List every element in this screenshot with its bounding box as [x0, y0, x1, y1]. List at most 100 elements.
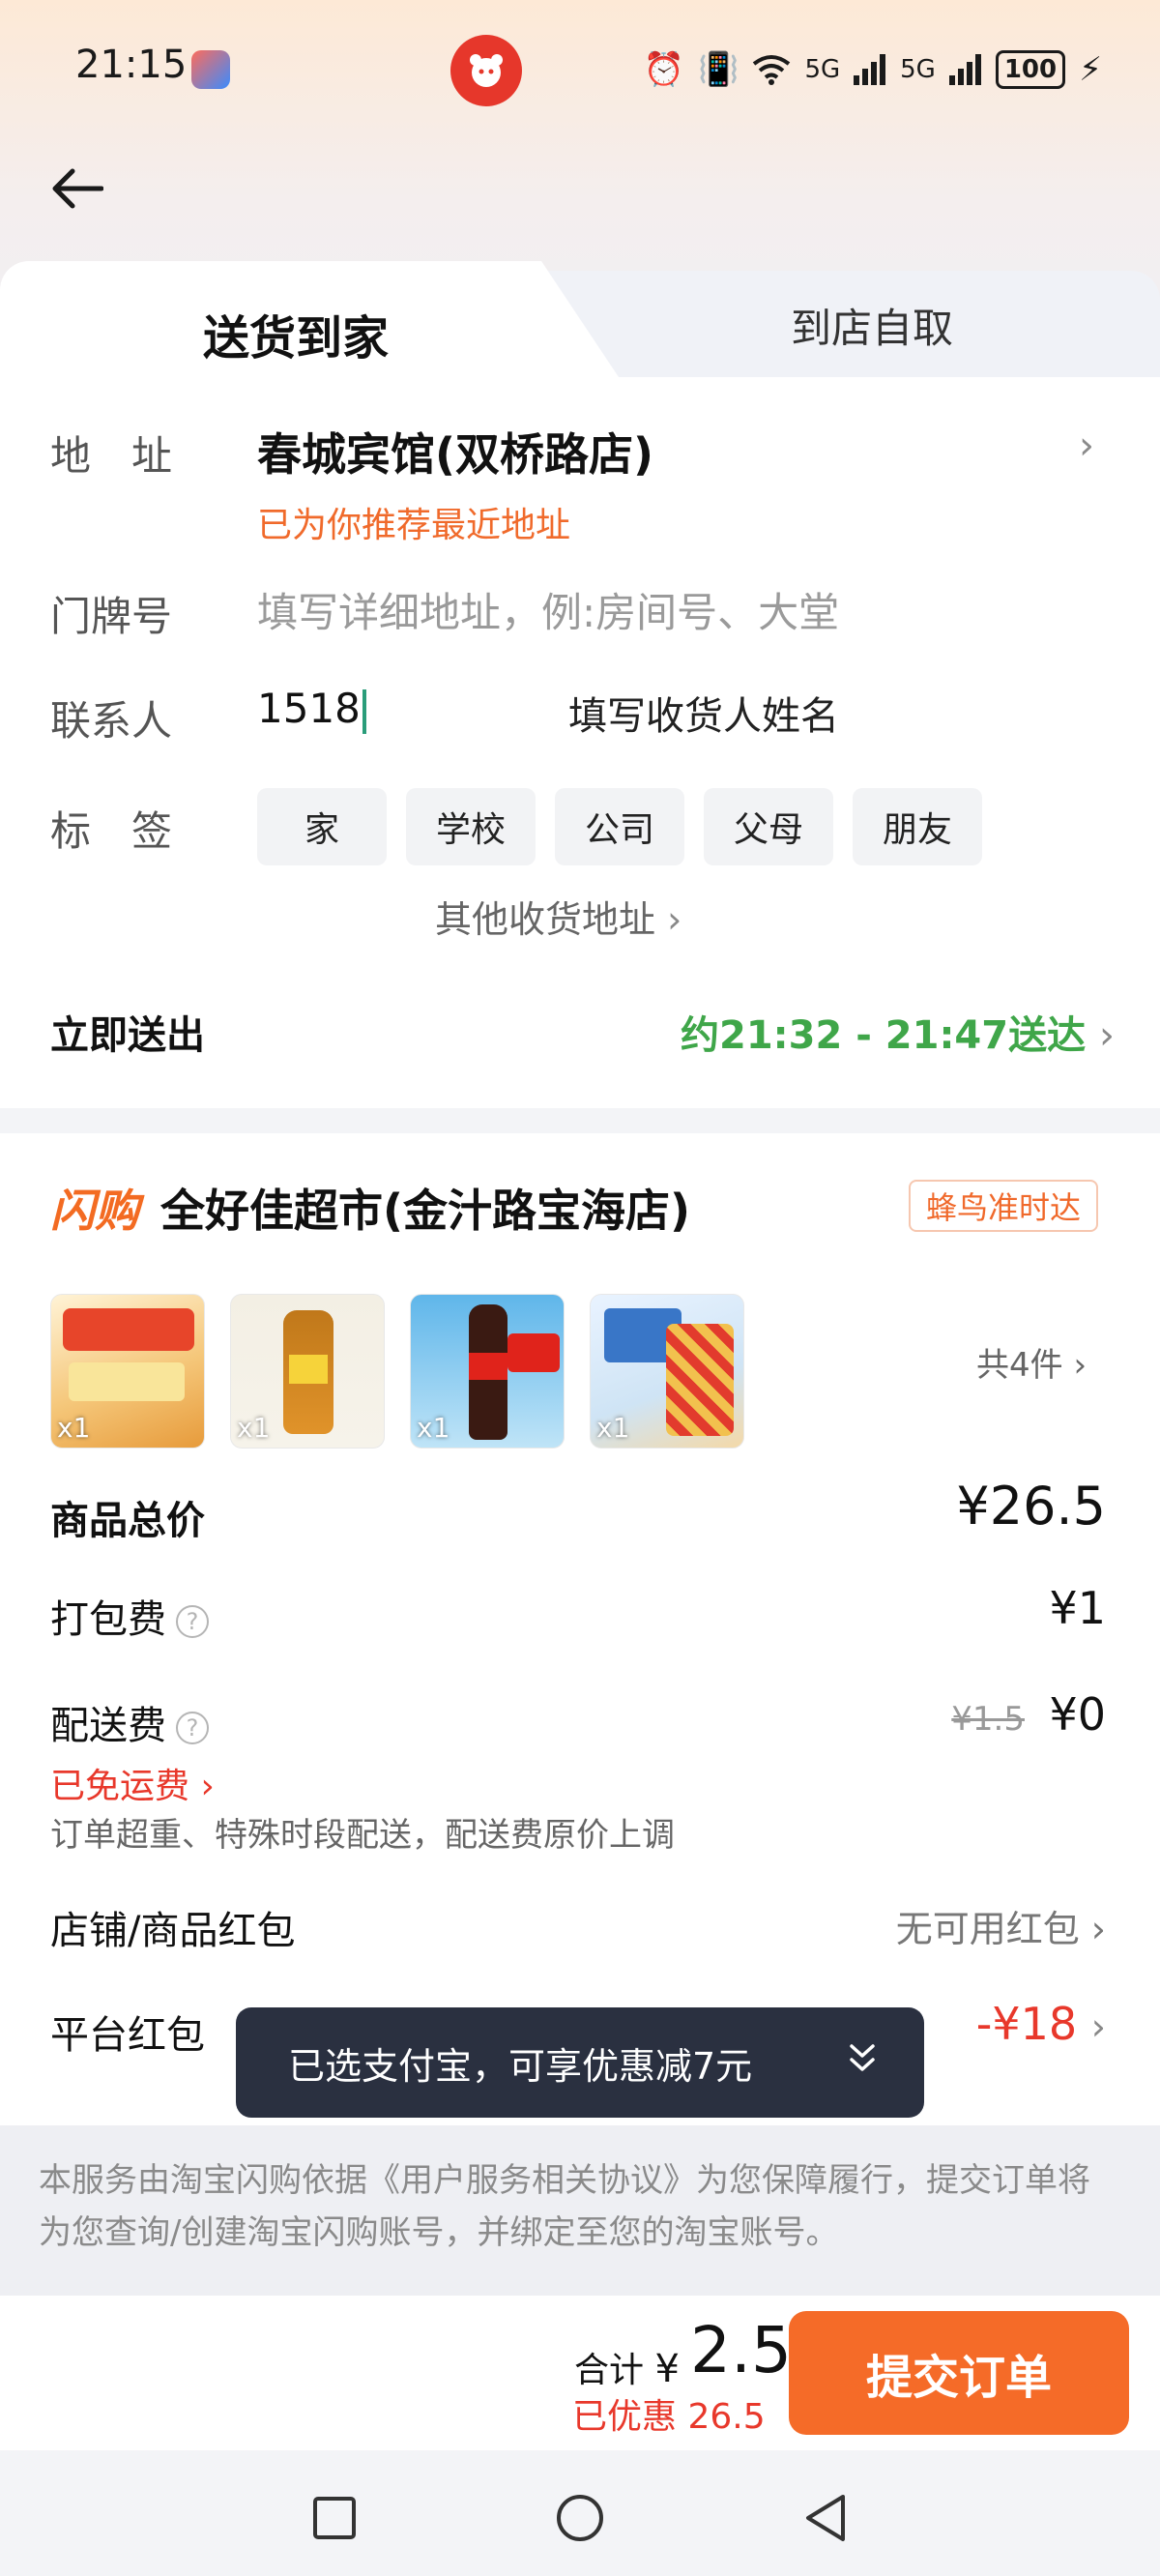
back-button[interactable] — [43, 155, 110, 222]
address-label: 地 址 — [50, 432, 173, 480]
signal-icon — [854, 54, 886, 85]
shipping-fee-label: 配送费 — [50, 1704, 166, 1748]
delivery-mode-tabs: 送货到家 到店自取 — [0, 261, 1160, 377]
address-value[interactable]: 春城宾馆(双桥路店) — [257, 420, 653, 483]
store-coupon-value: 无可用红包 — [895, 1908, 1080, 1950]
total-currency: ¥ — [654, 2347, 680, 2391]
other-address-label: 其他收货地址 — [435, 898, 656, 941]
store-brand-logo: 闪购 — [50, 1185, 139, 1237]
arrow-left-icon — [52, 168, 103, 209]
chevron-right-icon: › — [1073, 1346, 1088, 1385]
product-qty: x1 — [417, 1412, 450, 1444]
tag-home[interactable]: 家 — [257, 788, 387, 865]
platform-coupon-value: -¥18 — [975, 1998, 1078, 2050]
tag-company[interactable]: 公司 — [555, 788, 684, 865]
square-icon — [313, 2497, 356, 2539]
help-icon[interactable]: ? — [176, 1712, 209, 1744]
status-time: 21:15 — [75, 43, 188, 87]
network-2-label: 5G — [900, 55, 936, 84]
signal-icon — [948, 54, 981, 85]
product-qty: x1 — [57, 1412, 91, 1444]
platform-coupon-selector[interactable]: -¥18 › — [976, 1998, 1106, 2050]
chevron-double-down-icon[interactable] — [849, 2042, 876, 2083]
total-discount: 已优惠 26.5 — [572, 2397, 766, 2437]
subtotal-label: 商品总价 — [50, 1499, 205, 1543]
total-label-text: 合计 — [574, 2351, 645, 2390]
home-button[interactable] — [551, 2489, 609, 2547]
product-thumbnail[interactable]: x1 — [230, 1294, 385, 1449]
chevron-right-icon: › — [1090, 2005, 1106, 2048]
network-1-label: 5G — [804, 55, 841, 84]
charging-icon: ⚡ — [1079, 50, 1102, 89]
recent-apps-button[interactable] — [305, 2489, 363, 2547]
items-count: 共4件 — [976, 1346, 1063, 1385]
checkout-bar: 合计 ¥ 2.5 已优惠 26.5 提交订单 — [0, 2296, 1160, 2450]
product-list[interactable]: x1 x1 x1 x1 — [50, 1294, 744, 1449]
tag-parents[interactable]: 父母 — [704, 788, 833, 865]
store-coupon-label: 店铺/商品红包 — [50, 1909, 296, 1953]
free-shipping-label: 已免运费 — [50, 1767, 190, 1806]
payment-toast[interactable]: 已选支付宝，可享优惠减7元 — [236, 2007, 924, 2118]
store-coupon-selector[interactable]: 无可用红包 › — [896, 1899, 1106, 1952]
address-hint: 已为你推荐最近地址 — [257, 506, 571, 545]
chevron-right-icon: › — [1090, 1908, 1106, 1950]
product-qty: x1 — [596, 1412, 630, 1444]
tab-pickup-label[interactable]: 到店自取 — [791, 296, 953, 355]
door-number-input[interactable]: 填写详细地址，例:房间号、大堂 — [257, 580, 839, 639]
platform-coupon-label: 平台红包 — [50, 2013, 205, 2058]
toast-text: 已选支付宝，可享优惠减7元 — [288, 2044, 753, 2088]
back-nav-button[interactable] — [797, 2489, 855, 2547]
door-number-label: 门牌号 — [50, 593, 173, 640]
contact-phone-value: 1518 — [257, 685, 361, 732]
chevron-right-icon[interactable]: › — [1079, 424, 1094, 468]
total-label: 合计 ¥ — [574, 2342, 680, 2392]
product-qty: x1 — [237, 1412, 271, 1444]
product-thumbnail[interactable]: x1 — [50, 1294, 205, 1449]
status-bar: 21:15 ⏰ 📳 5G 5G 100 ⚡ — [0, 0, 1160, 145]
packing-fee-label: 打包费 — [50, 1597, 166, 1642]
contact-name-input[interactable]: 填写收货人姓名 — [568, 685, 839, 741]
packing-fee-value: ¥1 — [1049, 1582, 1106, 1634]
alarm-icon: ⏰ — [643, 50, 685, 89]
help-icon[interactable]: ? — [176, 1605, 209, 1638]
total-amount: 2.5 — [690, 2313, 792, 2387]
app-logo-icon — [450, 35, 522, 106]
shipping-fee-row: 配送费? — [50, 1694, 209, 1750]
shipping-fee-value: ¥0 — [1049, 1688, 1106, 1741]
chevron-right-icon: › — [667, 898, 682, 941]
wifi-icon — [753, 55, 791, 85]
address-card: 地 址 春城宾馆(双桥路店) › 已为你推荐最近地址 门牌号 填写详细地址，例:… — [0, 377, 1160, 1108]
contact-phone-input[interactable]: 1518 — [257, 685, 366, 734]
items-count-link[interactable]: 共4件 › — [976, 1338, 1087, 1386]
delivery-badge: 蜂鸟准时达 — [909, 1180, 1099, 1232]
app-notification-icon — [191, 50, 230, 89]
triangle-back-icon — [806, 2495, 845, 2541]
tag-friends[interactable]: 朋友 — [853, 788, 982, 865]
product-thumbnail[interactable]: x1 — [410, 1294, 565, 1449]
chevron-right-icon: › — [200, 1767, 215, 1806]
tag-label: 标 签 — [50, 807, 173, 855]
shipping-note: 订单超重、特殊时段配送，配送费原价上调 — [50, 1816, 675, 1855]
delivery-time-selector[interactable]: 约21:32 - 21:47送达 › — [681, 1004, 1115, 1060]
battery-indicator: 100 — [995, 50, 1066, 89]
deliver-now-label: 立即送出 — [50, 1013, 205, 1058]
vibrate-icon: 📳 — [698, 50, 740, 89]
packing-fee-row: 打包费? — [50, 1588, 209, 1644]
subtotal-value: ¥26.5 — [956, 1476, 1106, 1537]
text-cursor — [362, 688, 366, 734]
circle-icon — [557, 2495, 603, 2541]
chevron-right-icon: › — [1099, 1013, 1116, 1058]
tag-school[interactable]: 学校 — [406, 788, 536, 865]
other-address-link[interactable]: 其他收货地址 › — [435, 890, 682, 943]
delivery-time-value: 约21:32 - 21:47送达 — [681, 1013, 1087, 1058]
contact-label: 联系人 — [50, 697, 173, 745]
system-nav-bar — [0, 2450, 1160, 2576]
submit-order-button[interactable]: 提交订单 — [789, 2311, 1129, 2435]
store-name[interactable]: 全好佳超市(金汁路宝海店) — [160, 1176, 690, 1240]
tab-delivery-label[interactable]: 送货到家 — [203, 300, 389, 367]
status-icons: ⏰ 📳 5G 5G 100 ⚡ — [644, 50, 1102, 89]
service-agreement-notice: 本服务由淘宝闪购依据《用户服务相关协议》为您保障履行，提交订单将为您查询/创建淘… — [0, 2125, 1160, 2296]
product-thumbnail[interactable]: x1 — [590, 1294, 744, 1449]
shipping-fee-original: ¥1.5 — [951, 1700, 1025, 1739]
free-shipping-link[interactable]: 已免运费 › — [50, 1758, 215, 1808]
